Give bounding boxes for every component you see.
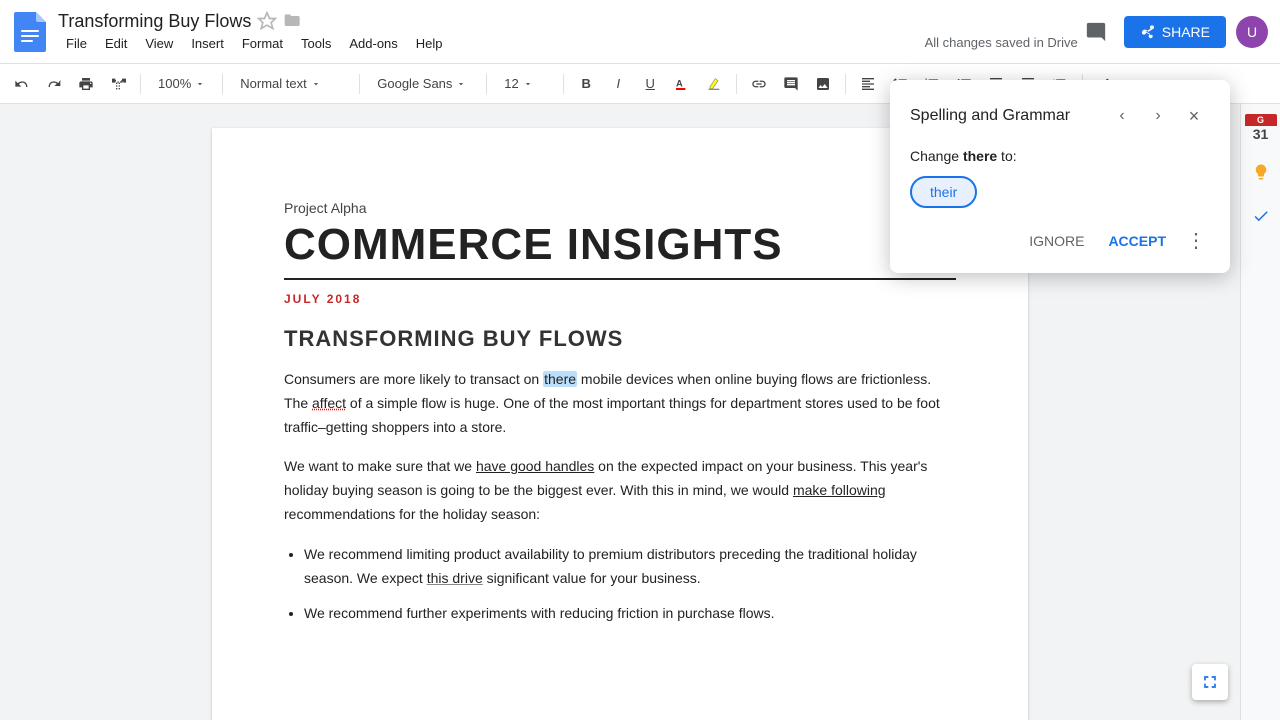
docs-icon: [12, 12, 48, 52]
section-title: TRANSFORMING BUY FLOWS: [284, 326, 956, 352]
popup-nav: ‹ › ×: [1106, 100, 1210, 132]
bold-button[interactable]: B: [572, 70, 600, 98]
text-color-button[interactable]: A: [668, 70, 696, 98]
project-label: Project Alpha: [284, 200, 956, 216]
paragraph-1: Consumers are more likely to transact on…: [284, 368, 956, 439]
doc-title-row: Transforming Buy Flows: [58, 11, 905, 32]
this-drive-link: this drive: [427, 570, 483, 586]
suggestion-button[interactable]: their: [910, 176, 977, 208]
font-selector[interactable]: Google Sans: [368, 70, 478, 98]
underline-following: make following: [793, 482, 886, 498]
share-button[interactable]: SHARE: [1124, 16, 1226, 48]
calendar-sidebar-button[interactable]: G 31: [1245, 112, 1277, 144]
underline-handles: have good handles: [476, 458, 594, 474]
accept-button[interactable]: ACCEPT: [1100, 227, 1174, 255]
redo-button[interactable]: [40, 70, 68, 98]
top-bar: Transforming Buy Flows File Edit View In…: [0, 0, 1280, 64]
font-size-selector[interactable]: 12: [495, 70, 555, 98]
heading-divider: [284, 278, 956, 280]
align-left-button[interactable]: [854, 70, 882, 98]
topbar-right: SHARE U: [1078, 14, 1268, 50]
italic-button[interactable]: I: [604, 70, 632, 98]
user-avatar[interactable]: U: [1236, 16, 1268, 48]
bullet-item-2: We recommend further experiments with re…: [304, 602, 956, 626]
title-area: Transforming Buy Flows File Edit View In…: [58, 11, 905, 53]
divider-7: [845, 74, 846, 94]
star-icon[interactable]: [257, 11, 277, 31]
spell-actions: IGNORE ACCEPT ⋮: [910, 224, 1210, 257]
divider-5: [563, 74, 564, 94]
print-button[interactable]: [72, 70, 100, 98]
bullet-list: We recommend limiting product availabili…: [304, 543, 956, 626]
spell-grammar-popup: Spelling and Grammar ‹ › × Change there …: [890, 80, 1230, 273]
popup-prev-button[interactable]: ‹: [1106, 100, 1138, 132]
menu-bar: File Edit View Insert Format Tools Add-o…: [58, 34, 905, 53]
menu-edit[interactable]: Edit: [97, 34, 135, 53]
paragraph-2: We want to make sure that we have good h…: [284, 455, 956, 526]
check-sidebar-button[interactable]: [1245, 200, 1277, 232]
menu-view[interactable]: View: [137, 34, 181, 53]
spell-change-description: Change there to:: [910, 148, 1210, 164]
menu-insert[interactable]: Insert: [183, 34, 232, 53]
link-button[interactable]: [745, 70, 773, 98]
svg-text:A: A: [676, 78, 683, 88]
date-label: JULY 2018: [284, 292, 956, 306]
ignore-button[interactable]: IGNORE: [1021, 227, 1092, 255]
saved-status: All changes saved in Drive: [925, 35, 1078, 50]
divider-1: [140, 74, 141, 94]
underline-button[interactable]: U: [636, 70, 664, 98]
bullet-item-1: We recommend limiting product availabili…: [304, 543, 956, 591]
popup-close-button[interactable]: ×: [1178, 100, 1210, 132]
divider-6: [736, 74, 737, 94]
lightbulb-sidebar-button[interactable]: [1245, 156, 1277, 188]
style-selector[interactable]: Normal text: [231, 70, 351, 98]
menu-tools[interactable]: Tools: [293, 34, 339, 53]
image-button[interactable]: [809, 70, 837, 98]
menu-addons[interactable]: Add-ons: [341, 34, 405, 53]
zoom-selector[interactable]: 100%: [149, 70, 214, 98]
popup-next-button[interactable]: ›: [1142, 100, 1174, 132]
more-options-spell-button[interactable]: ⋮: [1182, 224, 1210, 257]
menu-help[interactable]: Help: [408, 34, 451, 53]
wrong-word: there: [963, 148, 997, 164]
menu-file[interactable]: File: [58, 34, 95, 53]
paint-format-button[interactable]: [104, 70, 132, 98]
popup-header: Spelling and Grammar ‹ › ×: [910, 100, 1210, 132]
main-heading: COMMERCE INSIGHTS: [284, 220, 956, 270]
folder-icon[interactable]: [283, 11, 303, 31]
underline-affect: affect: [312, 395, 346, 411]
divider-2: [222, 74, 223, 94]
highlight-button[interactable]: [700, 70, 728, 98]
floating-action-button[interactable]: [1192, 664, 1228, 700]
menu-format[interactable]: Format: [234, 34, 291, 53]
add-comment-button[interactable]: [777, 70, 805, 98]
doc-title[interactable]: Transforming Buy Flows: [58, 11, 251, 32]
highlighted-word: there: [543, 371, 577, 387]
popup-title: Spelling and Grammar: [910, 107, 1070, 125]
comments-button[interactable]: [1078, 14, 1114, 50]
divider-4: [486, 74, 487, 94]
divider-3: [359, 74, 360, 94]
right-sidebar: G 31: [1240, 104, 1280, 720]
undo-button[interactable]: [8, 70, 36, 98]
